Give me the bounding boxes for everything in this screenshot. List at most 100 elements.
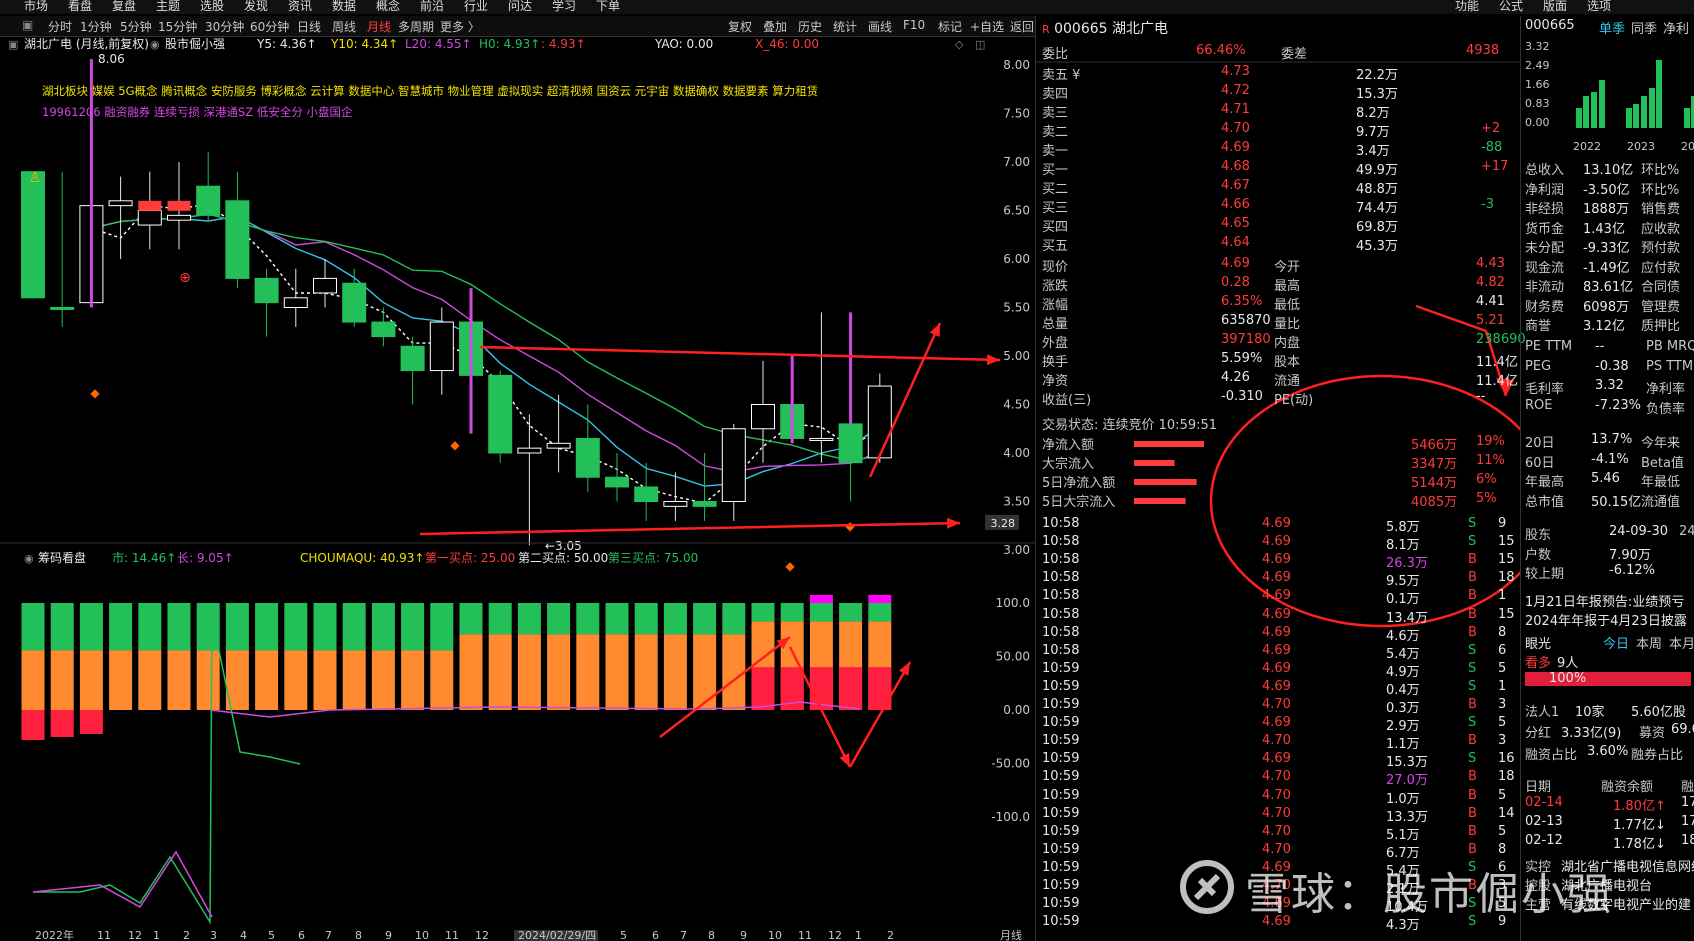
flow-label-2: 5日净流入额 xyxy=(1042,476,1116,491)
far-tab-2[interactable]: 净利 xyxy=(1663,18,1689,37)
period-tab-4[interactable]: 30分钟 xyxy=(205,18,244,35)
toolbar-btn-7[interactable]: +自选 xyxy=(970,18,1004,35)
period-tab-0[interactable]: 分时 xyxy=(48,18,72,35)
x-axis-label-13: 11 xyxy=(445,929,459,941)
eye-tab-2[interactable]: 本月 xyxy=(1669,633,1694,652)
menu-item-10[interactable]: 行业 xyxy=(464,0,488,14)
bar-year-1: 2023 xyxy=(1627,140,1655,153)
menu-item-0[interactable]: 市场 xyxy=(24,0,48,14)
menu-item-5[interactable]: 发现 xyxy=(244,0,268,14)
menu-item-9[interactable]: 前沿 xyxy=(420,0,444,14)
toolbar-btn-5[interactable]: F10 xyxy=(903,18,925,32)
toolbar-btn-8[interactable]: 返回 xyxy=(1010,18,1034,35)
layout-icon[interactable]: ▣ xyxy=(22,18,33,32)
toolbar-btn-2[interactable]: 历史 xyxy=(798,18,822,35)
period-tab-8[interactable]: 月线 xyxy=(367,18,391,35)
toolbar-btn-3[interactable]: 统计 xyxy=(833,18,857,35)
period-tab-10[interactable]: 更多 〉 xyxy=(440,18,480,35)
tick-vol-1: 8.1万 xyxy=(1386,538,1420,554)
x-axis-label-19: 8 xyxy=(708,929,715,941)
candle-body xyxy=(429,321,454,372)
candle-body xyxy=(313,277,337,294)
menu-item-1[interactable]: 看盘 xyxy=(68,0,92,14)
price-axis-label-0: 8.00 xyxy=(1003,58,1030,72)
chip-bar-orange xyxy=(663,634,687,710)
tick-vol-15: 1.0万 xyxy=(1386,791,1420,807)
x-axis-label-4: 2 xyxy=(183,929,190,941)
fin-label-4: 未分配 xyxy=(1525,241,1565,256)
chip-bar-orange xyxy=(488,634,512,710)
kline-chart-pane[interactable]: ▣ 湖北广电 (月线,前复权) ◉ 股市倔小强 Y5: 4.36↑ Y10: 4.34↑ L… xyxy=(0,37,1035,941)
tick-vol-17: 5.1万 xyxy=(1386,827,1420,843)
margin-bal-0: 1.80亿↑ xyxy=(1613,799,1666,814)
menu-item-8[interactable]: 概念 xyxy=(376,0,400,14)
menu-item-3[interactable]: 主题 xyxy=(156,0,180,14)
tick-count-13: 16 xyxy=(1498,751,1515,767)
eye-tab-1[interactable]: 本周 xyxy=(1636,633,1662,652)
menu-right-item-0[interactable]: 功能 xyxy=(1455,0,1479,14)
margin-date-2: 02-12 xyxy=(1525,833,1563,848)
tick-bs-8: S xyxy=(1468,660,1477,676)
period-tab-6[interactable]: 日线 xyxy=(297,18,321,35)
tick-vol-2: 26.3万 xyxy=(1386,556,1428,572)
period-tab-1[interactable]: 1分钟 xyxy=(80,18,112,35)
legal-firms: 10家 xyxy=(1575,705,1605,720)
x-axis-label-7: 5 xyxy=(268,929,275,941)
menu-item-6[interactable]: 资讯 xyxy=(288,0,312,14)
tick-vol-11: 2.9万 xyxy=(1386,719,1420,735)
margin-n-2: 18 xyxy=(1681,833,1694,848)
tick-time-1: 10:58 xyxy=(1042,534,1080,550)
menu-item-7[interactable]: 数据 xyxy=(332,0,356,14)
period-tab-5[interactable]: 60分钟 xyxy=(250,18,289,35)
menu-right-item-1[interactable]: 公式 xyxy=(1499,0,1523,14)
flow-value-2: 5144万 xyxy=(1411,476,1458,491)
far-tab-1[interactable]: 同季 xyxy=(1631,18,1657,37)
tick-vol-12: 1.1万 xyxy=(1386,737,1420,753)
tick-time-2: 10:58 xyxy=(1042,552,1080,568)
menu-item-11[interactable]: 问达 xyxy=(508,0,532,14)
eye-tab-0[interactable]: 今日 xyxy=(1603,633,1629,652)
stat-value2-4: 238690 xyxy=(1476,332,1526,347)
stat-value2-2: 4.41 xyxy=(1476,294,1505,309)
profit-bar-7 xyxy=(1649,88,1655,128)
toolbar-btn-4[interactable]: 画线 xyxy=(868,18,892,35)
menu-right-item-3[interactable]: 选项 xyxy=(1587,0,1611,14)
flow-value-0: 5466万 xyxy=(1411,438,1458,453)
chip-bar-green xyxy=(517,603,541,635)
tick-count-2: 15 xyxy=(1498,552,1515,568)
stat-value2-3: 5.21 xyxy=(1476,313,1505,328)
fin-value-4: -9.33亿 xyxy=(1583,241,1630,256)
menu-item-13[interactable]: 下单 xyxy=(596,0,620,14)
flow-value-1: 3347万 xyxy=(1411,457,1458,472)
val-label-0: PE TTM xyxy=(1525,339,1573,354)
period-tab-9[interactable]: 多周期 xyxy=(398,18,434,35)
tick-bs-7: S xyxy=(1468,642,1477,658)
stat-label-5: 换手 xyxy=(1042,355,1069,370)
short-label: 融券占比 xyxy=(1631,748,1684,763)
x-axis-label-22: 11 xyxy=(798,929,812,941)
period-tab-2[interactable]: 5分钟 xyxy=(120,18,152,35)
tick-price-13: 4.69 xyxy=(1262,751,1291,767)
menu-item-2[interactable]: 复盘 xyxy=(112,0,136,14)
sub-icon: ◉ xyxy=(24,552,34,565)
menu-item-12[interactable]: 学习 xyxy=(552,0,576,14)
candle-body xyxy=(254,277,279,304)
val-value-2: 3.32 xyxy=(1595,378,1624,393)
bid-label-1: 买二 xyxy=(1042,182,1069,197)
tick-price-12: 4.70 xyxy=(1262,733,1291,749)
kline-chart[interactable]: ▣ 湖北广电 (月线,前复权) ◉ 股市倔小强 Y5: 4.36↑ Y10: 4.34↑ L… xyxy=(0,37,1035,941)
toolbar-btn-0[interactable]: 复权 xyxy=(728,18,752,35)
tick-time-3: 10:58 xyxy=(1042,570,1080,586)
toolbar-btn-1[interactable]: 叠加 xyxy=(763,18,787,35)
period-tab-3[interactable]: 15分钟 xyxy=(158,18,197,35)
period-tab-7[interactable]: 周线 xyxy=(332,18,356,35)
perf-label-3: 总市值 xyxy=(1525,494,1565,510)
far-tab-0[interactable]: 单季 xyxy=(1599,18,1625,37)
chip-bar-green xyxy=(634,603,658,635)
toolbar-btn-6[interactable]: 标记 xyxy=(938,18,962,35)
fin-value-6: 83.61亿 xyxy=(1583,280,1634,295)
stat-value-1: 0.28 xyxy=(1221,275,1250,290)
menu-right-item-2[interactable]: 版面 xyxy=(1543,0,1567,14)
tick-vol-5: 13.4万 xyxy=(1386,610,1428,626)
menu-item-4[interactable]: 选股 xyxy=(200,0,224,14)
